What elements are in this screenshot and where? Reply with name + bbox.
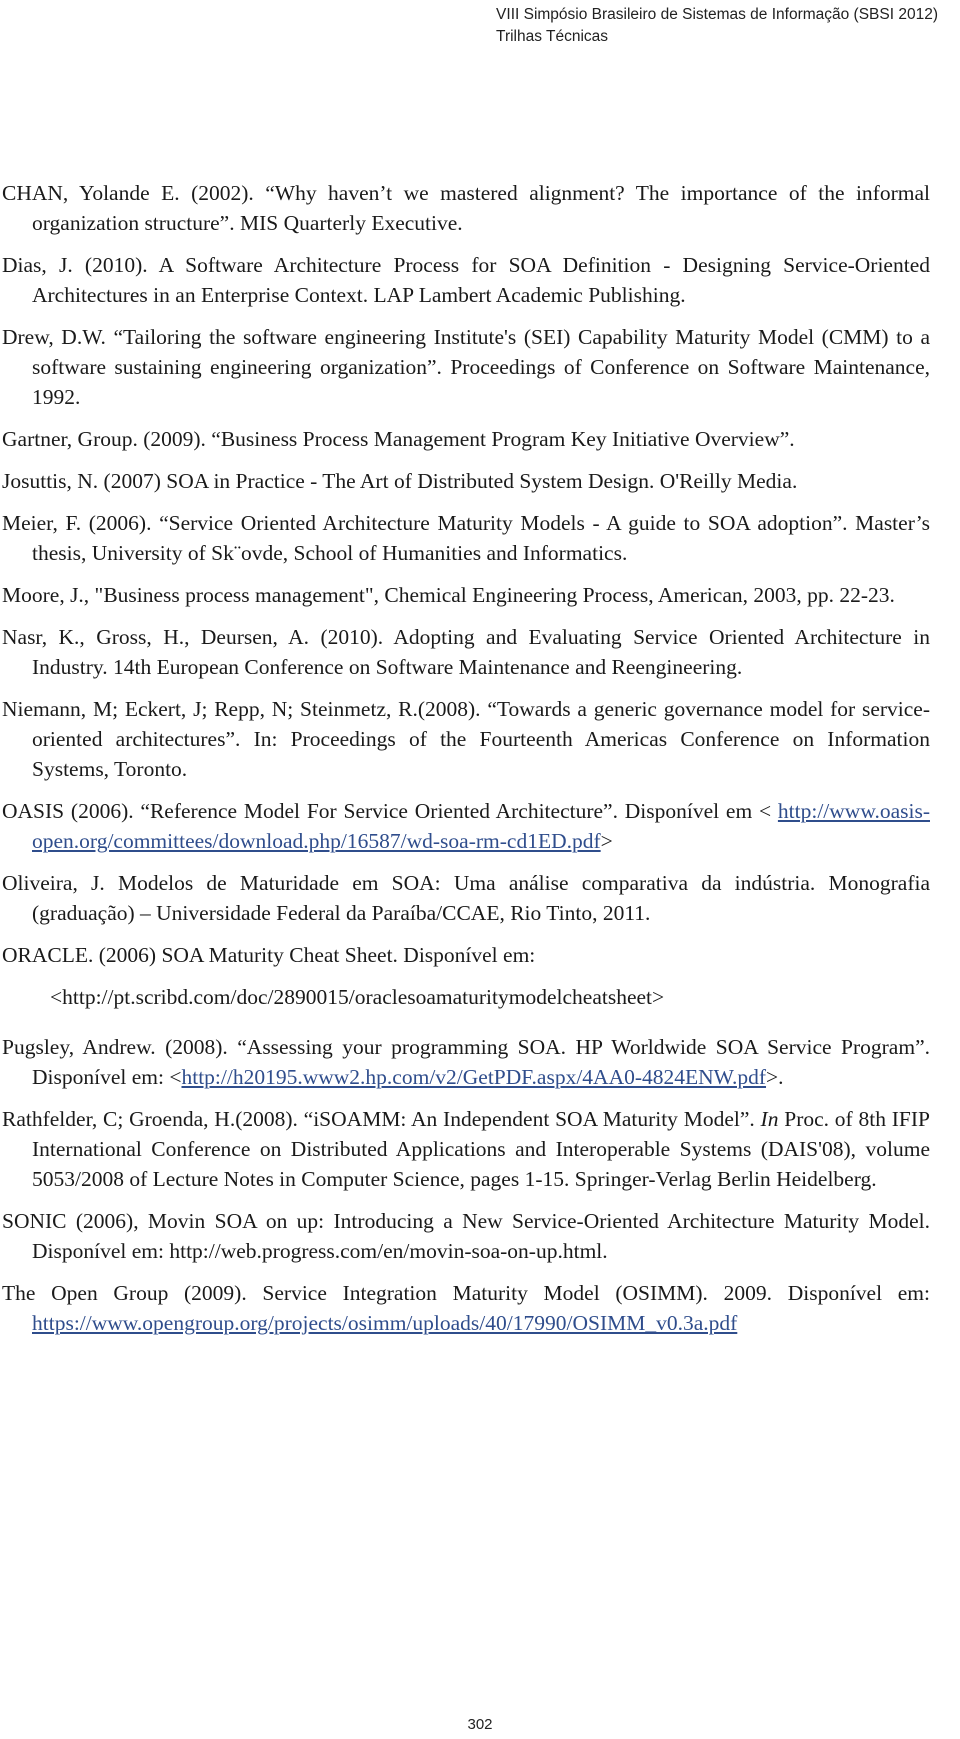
reference-item: SONIC (2006), Movin SOA on up: Introduci… xyxy=(2,1209,930,1263)
reference-item: Drew, D.W. “Tailoring the software engin… xyxy=(2,325,930,409)
reference-url-text: <http://pt.scribd.com/doc/2890015/oracle… xyxy=(50,985,665,1009)
reference-item: Rathfelder, C; Groenda, H.(2008). “iSOAM… xyxy=(2,1107,930,1191)
reference-link[interactable]: https://www.opengroup.org/projects/osimm… xyxy=(32,1311,737,1335)
reference-item: Oliveira, J. Modelos de Maturidade em SO… xyxy=(2,871,930,925)
reference-item: Dias, J. (2010). A Software Architecture… xyxy=(2,253,930,307)
references-list: CHAN, Yolande E. (2002). “Why haven’t we… xyxy=(2,178,930,1350)
running-header: VIII Simpósio Brasileiro de Sistemas de … xyxy=(496,4,938,48)
reference-item: CHAN, Yolande E. (2002). “Why haven’t we… xyxy=(2,181,930,235)
reference-item: Moore, J., "Business process management"… xyxy=(2,583,895,607)
reference-item: Josuttis, N. (2007) SOA in Practice - Th… xyxy=(2,469,798,493)
page-number: 302 xyxy=(467,1716,493,1733)
reference-item: Pugsley, Andrew. (2008). “Assessing your… xyxy=(2,1035,930,1089)
conference-title: VIII Simpósio Brasileiro de Sistemas de … xyxy=(496,6,938,23)
reference-item: The Open Group (2009). Service Integrati… xyxy=(2,1281,930,1335)
reference-item: Gartner, Group. (2009). “Business Proces… xyxy=(2,427,795,451)
track-title: Trilhas Técnicas xyxy=(496,28,609,45)
reference-item: Nasr, K., Gross, H., Deursen, A. (2010).… xyxy=(2,625,930,679)
reference-item: ORACLE. (2006) SOA Maturity Cheat Sheet.… xyxy=(2,940,930,1012)
reference-item: Meier, F. (2006). “Service Oriented Arch… xyxy=(2,511,930,565)
reference-item: Niemann, M; Eckert, J; Repp, N; Steinmet… xyxy=(2,697,930,781)
reference-item: OASIS (2006). “Reference Model For Servi… xyxy=(2,799,930,853)
reference-link[interactable]: http://h20195.www2.hp.com/v2/GetPDF.aspx… xyxy=(181,1065,766,1089)
